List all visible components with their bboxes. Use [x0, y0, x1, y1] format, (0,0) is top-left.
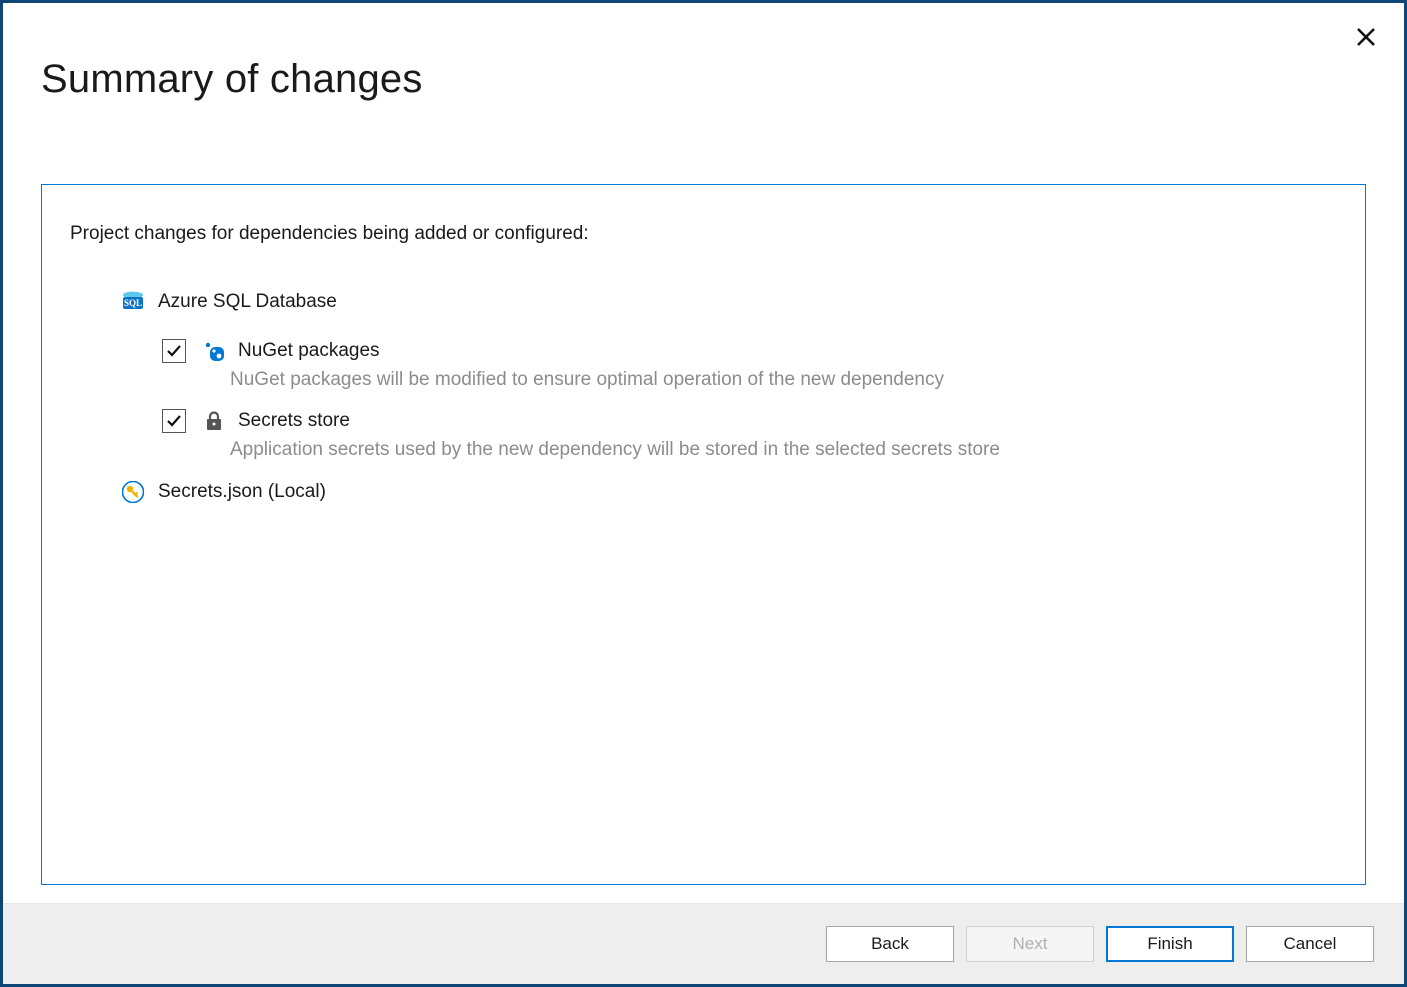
- cancel-button[interactable]: Cancel: [1246, 926, 1374, 962]
- summary-intro: Project changes for dependencies being a…: [70, 223, 1337, 245]
- dialog-window: Summary of changes Project changes for d…: [0, 0, 1407, 987]
- change-label: Secrets store: [238, 410, 350, 432]
- dependency-label: Azure SQL Database: [158, 291, 337, 313]
- close-button[interactable]: [1352, 23, 1380, 51]
- changes-tree: SQL Azure SQL Database: [70, 289, 1337, 505]
- dependency-label: Secrets.json (Local): [158, 481, 326, 503]
- change-description: NuGet packages will be modified to ensur…: [230, 369, 1337, 391]
- dependency-azure-sql: SQL Azure SQL Database: [120, 289, 1337, 315]
- back-button[interactable]: Back: [826, 926, 954, 962]
- change-nuget-packages: NuGet packages NuGet packages will be mo…: [162, 339, 1337, 391]
- next-button: Next: [966, 926, 1094, 962]
- dialog-title: Summary of changes: [41, 57, 1366, 102]
- change-label: NuGet packages: [238, 340, 380, 362]
- finish-button[interactable]: Finish: [1106, 926, 1234, 962]
- dialog-content-area: Project changes for dependencies being a…: [3, 102, 1404, 903]
- change-description: Application secrets used by the new depe…: [230, 439, 1337, 461]
- summary-panel: Project changes for dependencies being a…: [41, 184, 1366, 885]
- lock-icon: [202, 409, 226, 433]
- nuget-checkbox[interactable]: [162, 339, 186, 363]
- sql-icon: SQL: [120, 289, 146, 315]
- svg-text:SQL: SQL: [124, 298, 142, 308]
- secrets-checkbox[interactable]: [162, 409, 186, 433]
- dialog-footer: Back Next Finish Cancel: [3, 903, 1404, 984]
- close-icon: [1356, 27, 1376, 47]
- change-secrets-store: Secrets store Application secrets used b…: [162, 409, 1337, 461]
- key-icon: [120, 479, 146, 505]
- dialog-header: Summary of changes: [3, 3, 1404, 102]
- dependency-secrets-json: Secrets.json (Local): [120, 479, 1337, 505]
- nuget-icon: [202, 339, 226, 363]
